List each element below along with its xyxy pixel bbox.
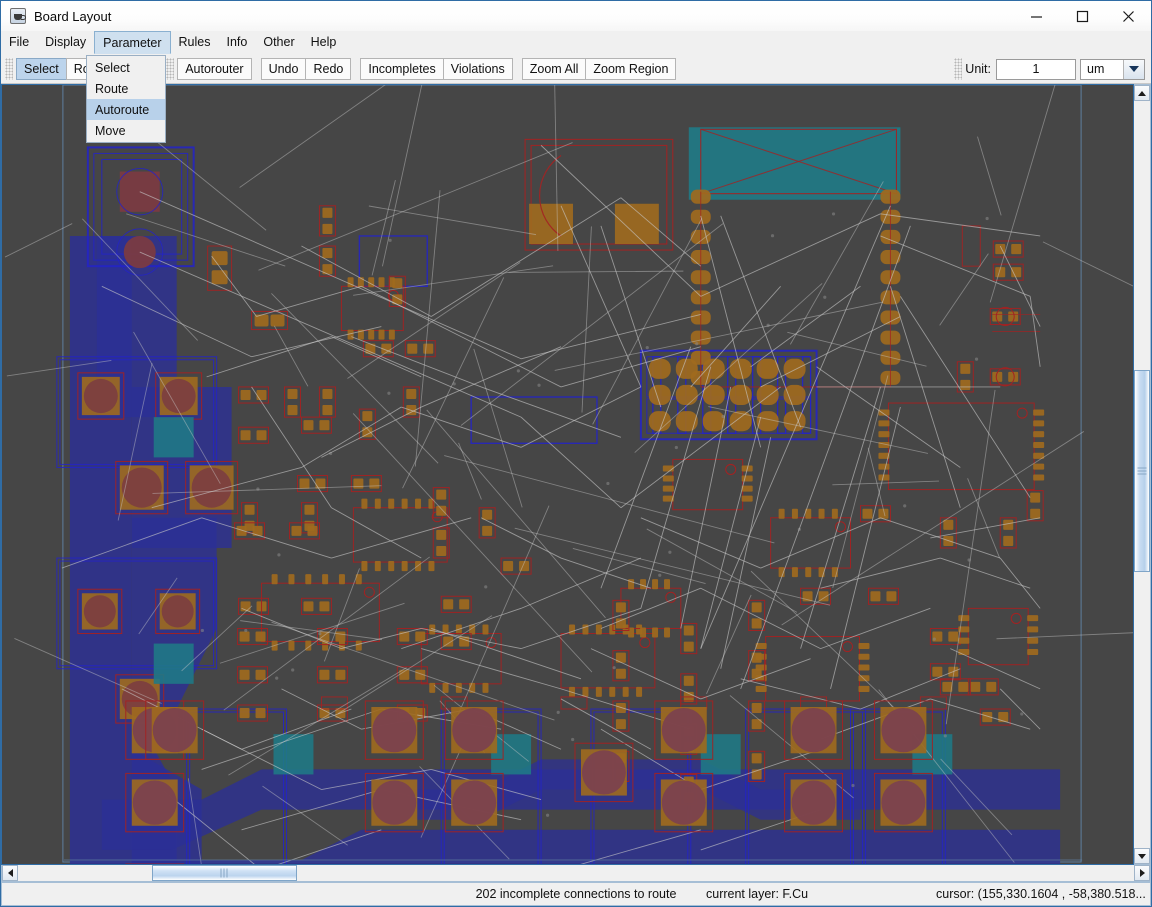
redo-button[interactable]: Redo (305, 57, 352, 80)
menu-file[interactable]: File (1, 31, 37, 53)
scroll-thumb-grip-icon-h (220, 868, 228, 878)
menu-rules[interactable]: Rules (171, 31, 219, 53)
menu-item-route[interactable]: Route (87, 78, 165, 99)
toolbar-grip-icon-2[interactable] (166, 57, 175, 80)
toolbar: Select Route Drag Autorouter Undo Redo I… (1, 54, 1151, 84)
unit-select-value: um (1081, 59, 1123, 79)
scroll-up-button[interactable] (1134, 85, 1150, 101)
unit-select[interactable]: um (1080, 58, 1145, 80)
incompletes-button[interactable]: Incompletes (360, 57, 444, 80)
horizontal-scroll-thumb[interactable] (151, 865, 297, 881)
menu-item-move[interactable]: Move (87, 120, 165, 141)
scroll-down-button[interactable] (1134, 848, 1150, 864)
menu-item-autoroute[interactable]: Autoroute (87, 99, 165, 120)
title-bar: Board Layout (1, 1, 1151, 31)
tool-select-button[interactable]: Select (16, 57, 67, 80)
java-coffee-cup-icon (10, 8, 26, 24)
pcb-canvas-container[interactable] (1, 84, 1134, 865)
parameter-dropdown-menu: Select Route Autoroute Move (86, 55, 166, 143)
horizontal-scroll-track[interactable] (18, 865, 1134, 881)
undo-button[interactable]: Undo (260, 57, 307, 80)
zoom-all-button[interactable]: Zoom All (521, 57, 587, 80)
maximize-button[interactable] (1059, 1, 1105, 31)
window-title: Board Layout (34, 8, 112, 24)
violations-button[interactable]: Violations (442, 57, 513, 80)
scroll-right-button[interactable] (1134, 865, 1150, 881)
board-layout-window: Board Layout File Display Parameter Rule… (0, 0, 1152, 907)
cursor-position-status: cursor: (155,330.1604 , -58,380.518... (936, 887, 1146, 901)
main-content (1, 84, 1151, 865)
autorouter-button[interactable]: Autorouter (177, 57, 252, 80)
unit-label: Unit: (965, 62, 991, 76)
menu-item-select[interactable]: Select (87, 57, 165, 78)
vertical-scroll-track[interactable] (1134, 101, 1150, 848)
window-controls (1013, 1, 1151, 31)
minimize-button[interactable] (1013, 1, 1059, 31)
vertical-scroll-thumb[interactable] (1134, 369, 1150, 572)
close-button[interactable] (1105, 1, 1151, 31)
zoom-region-button[interactable]: Zoom Region (585, 57, 677, 80)
horizontal-scrollbar[interactable] (1, 865, 1151, 882)
menu-parameter[interactable]: Parameter (94, 31, 171, 54)
toolbar-grip-icon[interactable] (5, 57, 13, 80)
menu-display[interactable]: Display (37, 31, 94, 53)
pcb-board-canvas[interactable] (2, 85, 1133, 864)
toolbar-grip-icon-3[interactable] (954, 58, 963, 80)
menu-bar: File Display Parameter Rules Info Other … (1, 31, 1151, 54)
menu-other[interactable]: Other (255, 31, 302, 53)
vertical-scrollbar[interactable] (1134, 84, 1151, 865)
current-layer-status: current layer: F.Cu (706, 887, 809, 901)
unit-value-input[interactable] (996, 58, 1076, 80)
status-bar: 202 incomplete connections to route curr… (1, 882, 1151, 906)
menu-help[interactable]: Help (303, 31, 345, 53)
scroll-thumb-grip-icon (1137, 467, 1147, 475)
chevron-down-icon[interactable] (1123, 59, 1144, 79)
unit-control-group: Unit: um (950, 54, 1145, 84)
scroll-left-button[interactable] (2, 865, 18, 881)
menu-info[interactable]: Info (218, 31, 255, 53)
